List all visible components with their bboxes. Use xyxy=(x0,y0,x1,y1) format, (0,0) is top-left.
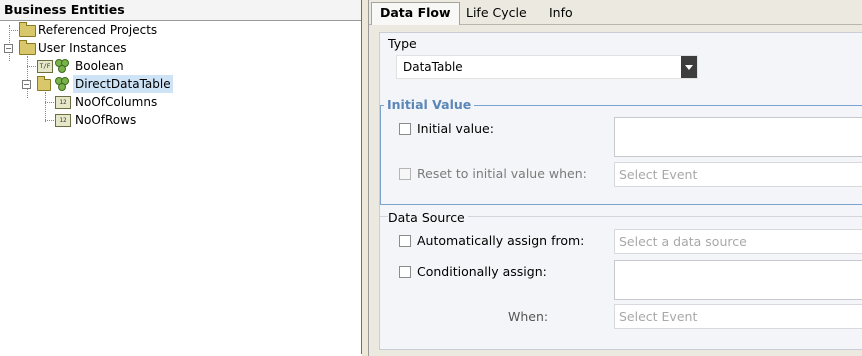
reset-label: Reset to initial value when: xyxy=(417,166,587,181)
when-event-select[interactable]: Select Event xyxy=(614,304,862,329)
type-section-title: Type xyxy=(388,36,417,51)
tree-item-label: Referenced Projects xyxy=(38,23,158,37)
business-entities-panel: Business Entities Referenced Projects − … xyxy=(0,0,362,354)
tree-item-noofcolumns[interactable]: 12 NoOfColumns xyxy=(0,93,360,111)
conditional-assign-checkbox[interactable] xyxy=(399,266,411,278)
auto-assign-label: Automatically assign from: xyxy=(417,233,585,248)
collapse-icon[interactable]: − xyxy=(22,80,31,89)
initial-value-label: Initial value: xyxy=(417,121,494,136)
pane-splitter[interactable] xyxy=(362,0,369,356)
data-flow-content: Type DataTable Initial Value Initial val… xyxy=(379,32,862,350)
folder-icon xyxy=(19,22,36,37)
conditional-assign-input[interactable] xyxy=(614,260,862,300)
chevron-down-icon[interactable] xyxy=(681,56,697,78)
boolean-type-icon: T/F xyxy=(37,60,53,73)
tree-item-label: Boolean xyxy=(75,59,124,73)
entity-icon xyxy=(55,77,69,91)
type-select[interactable]: DataTable xyxy=(396,55,698,79)
initial-value-checkbox[interactable] xyxy=(399,123,411,135)
tab-info[interactable]: Info xyxy=(541,3,581,23)
data-source-title: Data Source xyxy=(388,210,468,225)
conditional-assign-label: Conditionally assign: xyxy=(417,264,547,279)
collapse-icon[interactable]: − xyxy=(4,44,13,53)
folder-open-icon xyxy=(19,40,36,55)
reset-event-select[interactable]: Select Event xyxy=(614,162,862,187)
tree-item-label: NoOfRows xyxy=(75,113,137,127)
tab-data-flow[interactable]: Data Flow xyxy=(371,2,460,25)
tab-bar: Data Flow Life Cycle Info xyxy=(369,0,862,25)
initial-value-title: Initial Value xyxy=(384,97,475,112)
tree-item-label: DirectDataTable xyxy=(73,75,173,93)
number-field-icon: 12 xyxy=(55,114,71,127)
tree-item-boolean[interactable]: T/F Boolean xyxy=(0,57,360,75)
tab-life-cycle[interactable]: Life Cycle xyxy=(458,3,535,23)
document-icon xyxy=(37,76,51,91)
reset-checkbox[interactable] xyxy=(399,168,411,180)
when-label: When: xyxy=(508,309,549,324)
entity-icon xyxy=(55,59,69,73)
type-select-value: DataTable xyxy=(403,60,463,74)
panel-title: Business Entities xyxy=(0,0,361,21)
when-event-placeholder: Select Event xyxy=(619,309,698,324)
initial-value-input[interactable] xyxy=(614,117,862,157)
data-source-select[interactable]: Select a data source xyxy=(614,229,862,254)
tree-item-label: User Instances xyxy=(38,41,127,55)
properties-panel: Data Flow Life Cycle Info Type DataTable… xyxy=(369,0,862,356)
tree-item-noofrows[interactable]: 12 NoOfRows xyxy=(0,111,360,129)
reset-event-placeholder: Select Event xyxy=(619,167,698,182)
auto-assign-checkbox[interactable] xyxy=(399,235,411,247)
tree-item-referenced-projects[interactable]: Referenced Projects xyxy=(0,21,360,39)
data-source-placeholder: Select a data source xyxy=(619,234,747,249)
tree-item-label: NoOfColumns xyxy=(75,95,158,109)
tree-item-directdatatable[interactable]: − DirectDataTable xyxy=(0,75,360,93)
number-field-icon: 12 xyxy=(55,96,71,109)
tree-item-user-instances[interactable]: − User Instances xyxy=(0,39,360,57)
